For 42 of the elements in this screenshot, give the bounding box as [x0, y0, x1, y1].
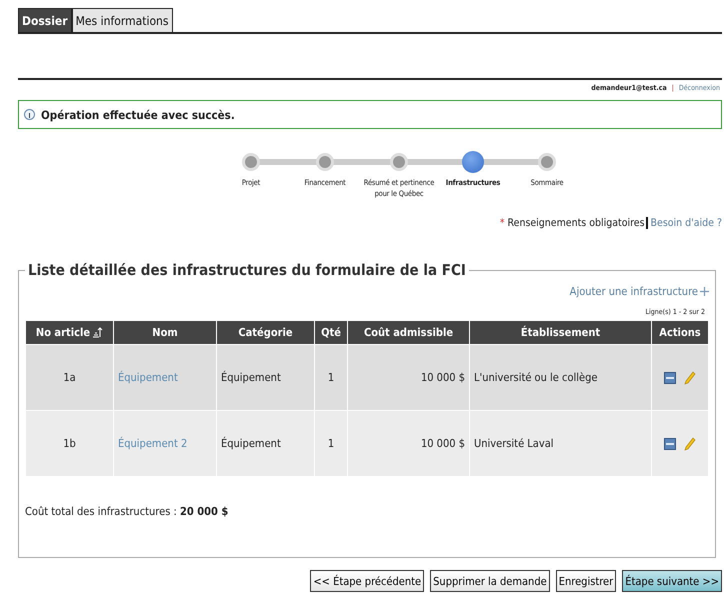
sort-icon[interactable] — [93, 327, 104, 338]
pencil-icon[interactable] — [684, 436, 696, 450]
table-cell: 1 — [328, 437, 334, 450]
step-dot[interactable] — [242, 153, 260, 171]
table-cell: Équipement — [221, 437, 281, 450]
pencil-icon[interactable] — [684, 370, 696, 384]
add-infrastructure-link[interactable]: Ajouter une infrastructure — [570, 285, 698, 298]
step-dot[interactable] — [462, 151, 484, 173]
step-dot[interactable] — [390, 153, 408, 171]
step-dot[interactable] — [538, 153, 556, 171]
required-mark: * — [500, 217, 505, 229]
table-cell: L'université ou le collège — [474, 371, 598, 384]
nav-button[interactable]: Supprimer la demande — [430, 570, 550, 592]
table-cell: 1a — [63, 371, 76, 384]
total-cost: Coût total des infrastructures : 20 000 $ — [25, 505, 230, 518]
plus-icon[interactable] — [700, 287, 709, 296]
table-cell: 10 000 $ — [420, 371, 465, 384]
success-message: Opération effectuée avec succès. — [41, 108, 235, 122]
step-dot[interactable] — [316, 153, 334, 171]
tab[interactable]: Mes informations — [72, 8, 173, 32]
table-cell: Équipement — [221, 371, 281, 384]
column-header: Coût admissible — [348, 320, 470, 344]
column-header[interactable]: No article — [26, 320, 114, 344]
nav-button[interactable]: Étape suivante >> — [622, 570, 722, 592]
list-icon[interactable] — [664, 438, 676, 450]
column-header: Établissement — [470, 320, 652, 344]
nav-button[interactable]: Enregistrer — [556, 570, 616, 592]
info-icon — [24, 109, 35, 120]
table-cell: 10 000 $ — [420, 437, 465, 450]
required-note: Renseignements obligatoires — [508, 217, 648, 229]
column-header: Nom — [114, 320, 216, 344]
column-header: Qté — [314, 320, 348, 344]
table-cell: 1 — [328, 371, 334, 384]
list-icon[interactable] — [664, 372, 676, 384]
nav-button[interactable]: << Étape précédente — [310, 570, 424, 592]
column-header: Catégorie — [216, 320, 314, 344]
help-link[interactable]: Besoin d'aide ? — [650, 217, 722, 229]
table-cell: Université Laval — [474, 437, 554, 450]
tab[interactable]: Dossier — [18, 8, 72, 32]
table-cell: 1b — [63, 437, 76, 450]
section-title: Liste détaillée des infrastructures du formulaire de la FCI — [27, 261, 467, 279]
column-header: Actions — [652, 320, 708, 344]
